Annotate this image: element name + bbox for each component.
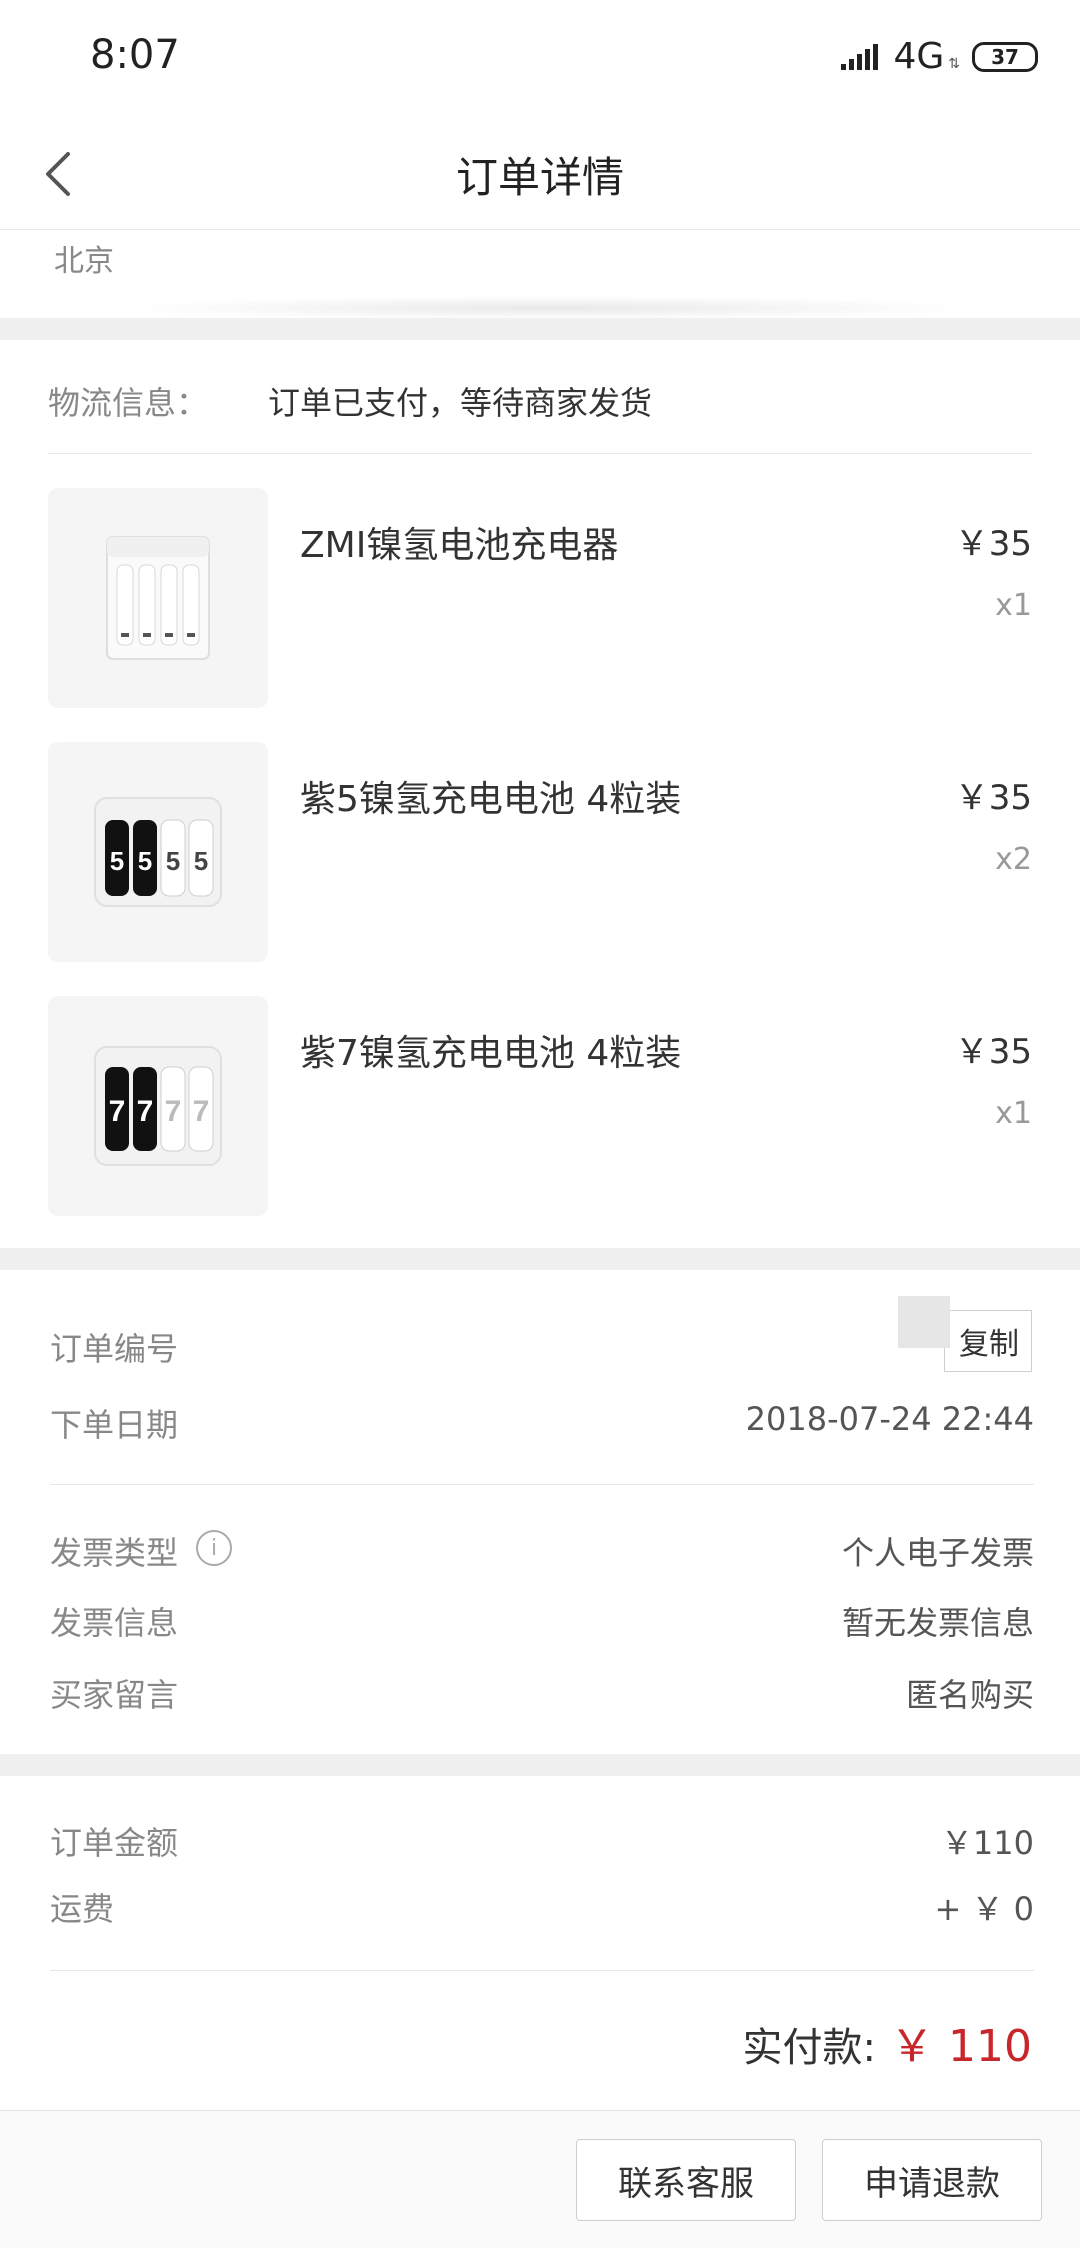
svg-text:5: 5 — [166, 846, 180, 876]
svg-text:7: 7 — [165, 1095, 182, 1128]
logistics-row[interactable]: 物流信息： 订单已支付，等待商家发货 — [48, 374, 1032, 454]
redaction-block — [898, 1296, 950, 1348]
invoice-type-row: 发票类型 i 个人电子发票 — [50, 1528, 1034, 1576]
data-activity-icon: ⇅ — [948, 55, 960, 72]
shipping-value: + ￥ 0 — [934, 1890, 1034, 1928]
signal-icon — [841, 43, 879, 70]
status-time: 8:07 — [90, 32, 180, 78]
order-number-label: 订单编号 — [50, 1330, 179, 1368]
product-name: 紫7镍氢充电电池 4粒装 — [300, 1033, 682, 1074]
invoice-info-row: 发票信息 暂无发票信息 — [50, 1598, 1034, 1646]
svg-text:5: 5 — [194, 846, 208, 876]
product-price: ￥35 — [954, 778, 1032, 818]
network-type: 4G — [893, 36, 945, 77]
aaa-battery-pack-icon: 7 7 7 7 — [94, 1046, 222, 1166]
product-item[interactable]: 7 7 7 7 紫7镍氢充电电池 4粒装 ￥35 x1 — [48, 996, 1032, 1218]
svg-text:5: 5 — [138, 846, 152, 876]
info-icon[interactable]: i — [196, 1530, 232, 1566]
order-detail-screen: 8:07 4G ⇅ 37 订单详情 北京 物流信息： 订单已支付，等待商家发货 — [0, 0, 1080, 2248]
contact-service-button[interactable]: 联系客服 — [576, 2139, 796, 2221]
order-amount-value: ￥110 — [940, 1824, 1034, 1862]
invoice-type-value: 个人电子发票 — [841, 1534, 1034, 1572]
order-date-value: 2018-07-24 22:44 — [745, 1400, 1034, 1438]
buyer-note-label: 买家留言 — [50, 1676, 179, 1714]
product-name: ZMI镍氢电池充电器 — [300, 525, 619, 566]
buyer-note-row: 买家留言 匿名购买 — [50, 1670, 1034, 1718]
divider-line — [50, 1484, 1034, 1485]
copy-button[interactable]: 复制 — [944, 1310, 1032, 1372]
order-amount-row: 订单金额 ￥110 — [50, 1818, 1034, 1866]
aa-battery-pack-icon: 5 5 5 5 — [94, 797, 222, 907]
order-date-label: 下单日期 — [50, 1406, 179, 1444]
product-image: 7 7 7 7 — [48, 996, 268, 1216]
section-divider — [0, 1248, 1080, 1270]
paid-amount-value: ￥ 110 — [890, 2021, 1032, 2072]
section-divider — [0, 318, 1080, 340]
order-number-row: 订单编号 — [50, 1324, 1034, 1372]
paid-amount-label: 实付款: — [742, 2025, 877, 2071]
invoice-type-label: 发票类型 — [50, 1534, 179, 1572]
address-shadow — [120, 296, 980, 320]
svg-text:5: 5 — [110, 846, 124, 876]
product-image: 5 5 5 5 — [48, 742, 268, 962]
svg-text:7: 7 — [137, 1095, 154, 1128]
page-title: 订单详情 — [455, 153, 624, 202]
order-amount-label: 订单金额 — [50, 1824, 179, 1862]
shipping-label: 运费 — [50, 1890, 115, 1928]
address-city: 北京 — [54, 244, 114, 279]
product-price: ￥35 — [954, 524, 1032, 564]
battery-level: 37 — [991, 44, 1019, 69]
buyer-note-value: 匿名购买 — [905, 1676, 1034, 1714]
product-image — [48, 488, 268, 708]
divider-line — [50, 1970, 1034, 1971]
product-quantity: x1 — [995, 1096, 1032, 1131]
bottom-action-bar: 联系客服 申请退款 — [0, 2110, 1080, 2248]
battery-icon: 37 — [972, 41, 1038, 72]
product-item[interactable]: ZMI镍氢电池充电器 ￥35 x1 — [48, 488, 1032, 710]
invoice-info-label: 发票信息 — [50, 1604, 179, 1642]
paid-amount-row: 实付款: ￥ 110 — [743, 2010, 1032, 2074]
order-date-row: 下单日期 2018-07-24 22:44 — [50, 1400, 1034, 1448]
product-name: 紫5镍氢充电电池 4粒装 — [300, 779, 682, 820]
product-item[interactable]: 5 5 5 5 紫5镍氢充电电池 4粒装 ￥35 x2 — [48, 742, 1032, 964]
invoice-info-value: 暂无发票信息 — [841, 1604, 1034, 1642]
apply-refund-button[interactable]: 申请退款 — [822, 2139, 1042, 2221]
status-indicators: 4G ⇅ 37 — [841, 36, 1038, 77]
section-divider — [0, 1754, 1080, 1776]
product-quantity: x2 — [995, 842, 1032, 877]
logistics-label: 物流信息： — [48, 384, 209, 422]
svg-text:7: 7 — [193, 1095, 210, 1128]
battery-charger-icon — [106, 536, 210, 660]
nav-header: 订单详情 — [0, 118, 1080, 230]
product-price: ￥35 — [954, 1032, 1032, 1072]
product-quantity: x1 — [995, 588, 1032, 623]
shipping-row: 运费 + ￥ 0 — [50, 1884, 1034, 1932]
svg-text:7: 7 — [109, 1095, 126, 1128]
status-bar: 8:07 4G ⇅ 37 — [0, 0, 1080, 118]
logistics-status: 订单已支付，等待商家发货 — [268, 384, 653, 422]
